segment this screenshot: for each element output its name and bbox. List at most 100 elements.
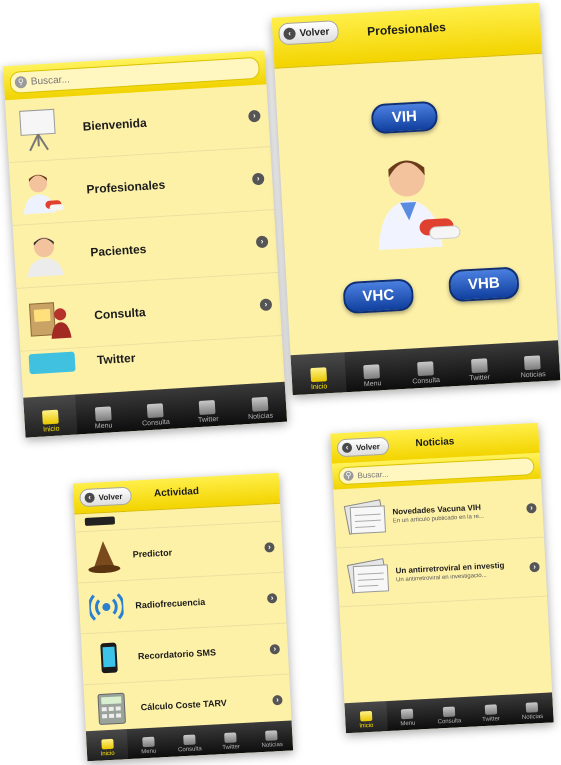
news-item[interactable]: Novedades Vacuna VIH En un artículo publ… (333, 478, 545, 549)
vhb-button[interactable]: VHB (448, 266, 520, 303)
tab-inicio[interactable]: Inicio (85, 729, 129, 762)
vhc-button[interactable]: VHC (342, 278, 415, 315)
chevron-right-icon: › (269, 643, 281, 655)
home-icon (359, 710, 373, 722)
list-item-label: Bienvenida (82, 115, 148, 134)
doctor-icon (17, 168, 66, 217)
actividad-screen: Actividad ‹ Volver Predictor › Radiofrec… (72, 472, 294, 762)
tab-consulta[interactable]: Consulta (398, 346, 454, 389)
smartphone-icon (91, 640, 127, 676)
tab-menu[interactable]: Menu (344, 349, 400, 392)
back-arrow-icon: ‹ (283, 27, 296, 41)
tab-label: Menu (363, 380, 382, 389)
tab-label: Inicio (42, 425, 60, 434)
list-icon (363, 364, 381, 380)
calculator-icon (94, 691, 130, 727)
twitter-icon (484, 704, 497, 715)
back-button-label: Volver (98, 491, 123, 502)
home-menu-list: Bienvenida › Profesionales › Pacientes ›… (4, 84, 286, 415)
home-screen: ⚲ Bienvenida › Profesionales › Pacientes… (2, 50, 288, 438)
chevron-right-icon: › (248, 109, 261, 123)
list-item-label: Pacientes (89, 241, 147, 260)
tab-inicio[interactable]: Inicio (290, 352, 347, 396)
tab-label: Inicio (310, 383, 328, 392)
tab-label: Menu (400, 720, 416, 728)
search-input[interactable] (30, 64, 227, 88)
newspaper-icon (251, 396, 269, 412)
presentation-board-icon (13, 105, 62, 154)
back-button[interactable]: ‹ Volver (79, 486, 132, 508)
newspaper-icon (525, 702, 539, 713)
tab-label: Menu (94, 422, 113, 431)
back-button[interactable]: ‹ Volver (277, 20, 339, 46)
tab-inicio[interactable]: Inicio (344, 701, 388, 734)
newspaper-icon (265, 730, 278, 741)
twitter-icon (28, 351, 76, 375)
home-icon (310, 367, 327, 383)
nav-bar: Profesionales ‹ Volver (271, 2, 543, 69)
tab-label: Twitter (469, 374, 491, 383)
back-arrow-icon: ‹ (84, 492, 95, 503)
noticias-screen: Noticias ‹ Volver ⚲ Novedades Vacuna VIH… (330, 422, 554, 734)
search-input[interactable] (357, 462, 510, 480)
back-button[interactable]: ‹ Volver (336, 436, 390, 458)
consultation-icon (25, 294, 74, 343)
chevron-right-icon: › (259, 298, 273, 312)
newspaper-icon (343, 555, 393, 597)
tab-menu[interactable]: Menu (127, 727, 170, 759)
tab-consulta[interactable]: Consulta (128, 388, 183, 431)
back-button-label: Volver (355, 441, 381, 452)
tab-label: Noticias (247, 412, 274, 422)
list-item-label: Consulta (93, 305, 146, 323)
chevron-right-icon: › (255, 235, 269, 249)
tab-label: Twitter (482, 716, 501, 724)
back-button-label: Volver (299, 26, 330, 39)
home-icon (100, 738, 114, 750)
chevron-right-icon: › (264, 542, 275, 553)
tab-twitter[interactable]: Twitter (469, 695, 512, 727)
tab-bar: Inicio Menu Consulta Twitter Noticias (344, 692, 554, 734)
tab-inicio[interactable]: Inicio (23, 394, 78, 438)
chevron-right-icon: › (266, 593, 278, 604)
home-icon (42, 409, 60, 425)
vih-button[interactable]: VIH (370, 100, 439, 135)
cabinet-icon (442, 706, 456, 718)
tab-label: Noticias (520, 371, 546, 380)
tab-twitter[interactable]: Twitter (180, 385, 235, 428)
tab-label: Consulta (177, 746, 202, 754)
tab-label: Noticias (521, 713, 544, 722)
newspaper-icon (340, 496, 390, 538)
newspaper-icon (524, 355, 541, 371)
tab-twitter[interactable]: Twitter (209, 723, 252, 755)
tab-label: Twitter (197, 415, 219, 425)
profesionales-screen: Profesionales ‹ Volver VIH VHC VHB Inici… (271, 2, 561, 396)
back-arrow-icon: ‹ (341, 442, 353, 454)
tab-consulta[interactable]: Consulta (427, 697, 470, 729)
tab-noticias[interactable]: Noticias (511, 692, 554, 724)
actividad-list: Predictor › Radiofrecuencia › Recordator… (74, 502, 292, 737)
list-item-label: Recordatorio SMS (137, 647, 217, 662)
tab-bar: Inicio Menu Consulta Twitter Noticias (290, 340, 561, 396)
wizard-hat-icon (86, 538, 122, 574)
wireless-signal-icon (87, 589, 125, 625)
tab-label: Consulta (437, 718, 462, 726)
tab-menu[interactable]: Menu (75, 391, 130, 434)
news-item[interactable]: Un antirretroviral en investig Un antirr… (336, 537, 548, 608)
list-icon (142, 736, 155, 748)
chevron-right-icon: › (529, 561, 540, 573)
tab-label: Menu (141, 748, 157, 756)
device-icon (84, 516, 116, 526)
tab-noticias[interactable]: Noticias (250, 720, 293, 752)
search-icon: ⚲ (343, 470, 354, 482)
list-item-label: Twitter (96, 350, 136, 368)
tab-label: Inicio (100, 750, 115, 758)
list-item-label: Predictor (132, 547, 173, 560)
tab-label: Noticias (261, 741, 284, 750)
tab-noticias[interactable]: Noticias (232, 382, 287, 425)
tab-label: Consulta (412, 376, 441, 386)
tab-noticias[interactable]: Noticias (505, 340, 561, 383)
cabinet-icon (417, 361, 434, 377)
tab-consulta[interactable]: Consulta (168, 725, 211, 757)
tab-twitter[interactable]: Twitter (451, 343, 507, 386)
tab-menu[interactable]: Menu (386, 699, 429, 731)
